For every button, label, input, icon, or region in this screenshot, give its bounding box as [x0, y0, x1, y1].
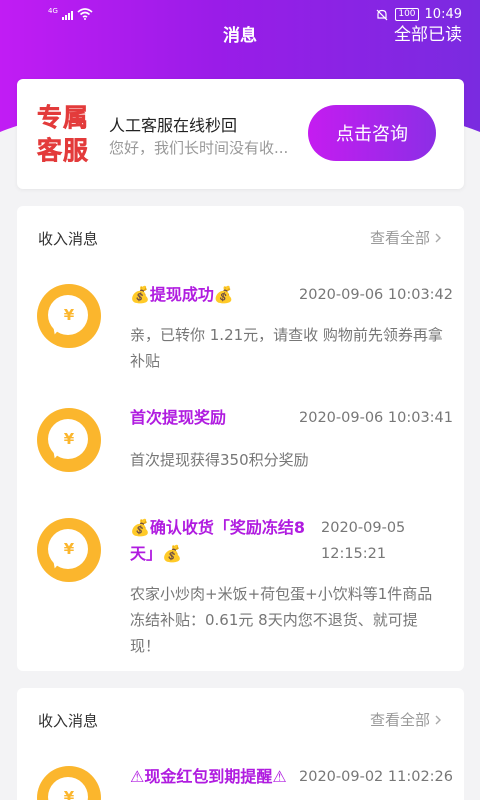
message-body: 首次提现获得350积分奖励 — [130, 451, 309, 469]
message-time: 2020-09-02 11:02:26 — [299, 769, 453, 785]
message-body: 农家小炒肉+米饭+荷包蛋+小饮料等1件商品冻结补贴：0.61元 8天内您不退货、… — [130, 585, 433, 655]
income-messages-section: 收入消息 查看全部 ¥ ⚠现金红包到期提醒⚠ 2020-09-02 11:02:… — [17, 688, 464, 800]
chevron-right-icon — [435, 715, 441, 724]
message-time-line-2: 12:15:21 — [321, 546, 387, 562]
message-title-line-1: 💰确认收货「奖励冻结8 — [130, 518, 306, 537]
customer-service-title: 人工客服在线秒回 — [109, 116, 238, 135]
message-title: 💰提现成功💰 — [130, 285, 234, 304]
chevron-right-icon — [435, 233, 441, 242]
view-all-link[interactable]: 查看全部 — [370, 709, 442, 730]
coin-icon: ¥ — [37, 408, 101, 472]
message-time: 2020-09-06 10:03:42 — [299, 287, 453, 303]
message-time-line-1: 2020-09-05 — [321, 520, 406, 536]
message-body: 亲，已转你 1.21元，请查收 购物前先领券再拿补贴 — [130, 326, 443, 370]
section-heading: 收入消息 — [38, 230, 99, 248]
logo-line-2: 客服 — [37, 136, 90, 166]
view-all-label: 查看全部 — [369, 711, 430, 729]
coin-icon: ¥ — [37, 766, 101, 800]
title-bar: 消息 全部已读 — [0, 18, 480, 46]
coin-icon: ¥ — [37, 284, 101, 348]
message-title: 首次提现奖励 — [130, 408, 227, 427]
message-time: 2020-09-06 10:03:41 — [299, 410, 453, 426]
mark-all-read-button[interactable]: 全部已读 — [394, 20, 462, 45]
consult-button[interactable]: 点击咨询 — [308, 105, 436, 161]
message-title-line-2: 天」💰 — [130, 544, 182, 563]
customer-service-card[interactable]: 专属 客服 人工客服在线秒回 您好，我们长时间没有收... 点击咨询 — [17, 79, 464, 189]
customer-service-logo: 专属 客服 — [37, 103, 93, 166]
network-type: 4G — [48, 7, 58, 15]
income-messages-section: 收入消息 查看全部 ¥ 💰提现成功💰 2020-09-06 10:03:42 亲… — [17, 206, 464, 671]
view-all-label: 查看全部 — [369, 229, 430, 247]
logo-line-1: 专属 — [37, 103, 90, 133]
customer-service-subtitle: 您好，我们长时间没有收... — [109, 139, 289, 157]
message-title: ⚠现金红包到期提醒⚠ — [130, 767, 287, 786]
coin-icon: ¥ — [37, 518, 101, 582]
section-heading: 收入消息 — [38, 712, 99, 730]
view-all-link[interactable]: 查看全部 — [370, 227, 442, 248]
